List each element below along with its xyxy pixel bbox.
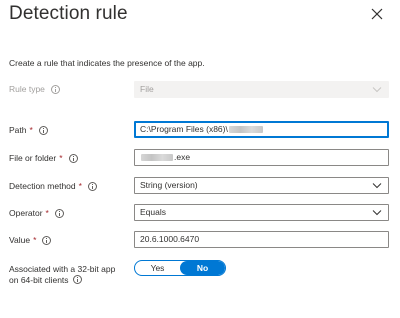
detection-method-label: Detection method * xyxy=(9,181,97,191)
info-icon[interactable] xyxy=(72,275,82,284)
info-icon[interactable] xyxy=(42,235,52,245)
file-or-folder-input[interactable]: .exe xyxy=(134,149,389,166)
chevron-down-icon xyxy=(372,210,382,216)
toggle-option-yes[interactable]: Yes xyxy=(135,261,180,275)
page-title: Detection rule xyxy=(9,3,128,24)
path-label: Path * xyxy=(9,125,48,135)
operator-dropdown[interactable]: Equals xyxy=(134,204,389,221)
redacted-text xyxy=(141,154,173,162)
close-icon[interactable] xyxy=(370,7,384,21)
info-icon[interactable] xyxy=(38,125,48,135)
info-icon[interactable] xyxy=(68,153,78,163)
info-icon[interactable] xyxy=(50,84,60,94)
info-icon[interactable] xyxy=(87,181,97,191)
operator-label: Operator * xyxy=(9,208,64,218)
rule-type-label: Rule type xyxy=(9,84,60,94)
rule-type-dropdown: File xyxy=(134,81,389,98)
toggle-option-no[interactable]: No xyxy=(180,261,225,275)
chevron-down-icon xyxy=(372,87,382,93)
path-input[interactable]: C:\Program Files (x86)\ xyxy=(134,121,389,138)
associated-32bit-toggle[interactable]: Yes No xyxy=(134,260,226,276)
redacted-text xyxy=(228,126,263,134)
chevron-down-icon xyxy=(372,183,382,189)
file-or-folder-label: File or folder * xyxy=(9,153,78,163)
detection-method-dropdown[interactable]: String (version) xyxy=(134,177,389,194)
value-input[interactable]: 20.6.1000.6470 xyxy=(134,231,389,248)
associated-32bit-label: Associated with a 32-bit app on 64-bit c… xyxy=(9,264,116,285)
panel-description: Create a rule that indicates the presenc… xyxy=(9,58,205,68)
value-label: Value * xyxy=(9,235,52,245)
info-icon[interactable] xyxy=(54,208,64,218)
